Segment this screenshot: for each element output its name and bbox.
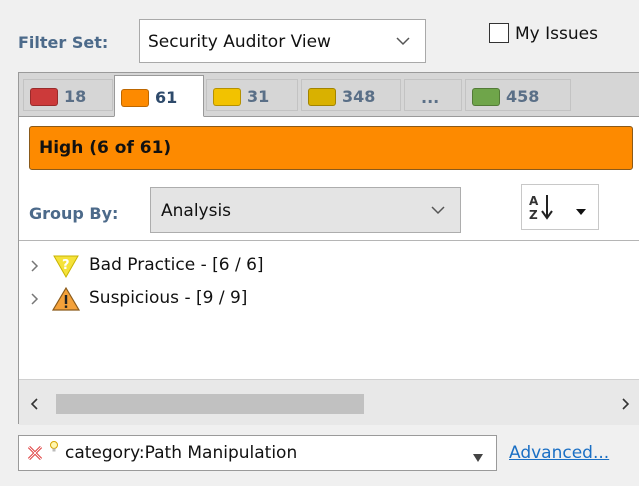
issues-panel: 18 61 31 348 ... 458 High (6 of 61) Grou… xyxy=(18,72,639,425)
priority-tabstrip: 18 61 31 348 ... 458 xyxy=(19,73,639,117)
bad-practice-icon: ? xyxy=(51,253,81,283)
tab-count: 18 xyxy=(64,87,87,106)
priority-header: High (6 of 61) xyxy=(29,126,633,170)
priority-title: High (6 of 61) xyxy=(39,138,172,158)
group-by-select[interactable]: Analysis xyxy=(150,187,461,233)
sort-button[interactable]: A Z xyxy=(521,184,599,230)
tab-more[interactable]: ... xyxy=(404,79,462,111)
warning-icon xyxy=(51,286,81,316)
high-swatch xyxy=(121,89,149,107)
chevron-right-icon[interactable] xyxy=(29,290,41,312)
filter-set-select[interactable]: Security Auditor View xyxy=(139,19,426,63)
horizontal-scrollbar[interactable] xyxy=(19,379,639,425)
chevron-down-icon xyxy=(430,199,446,223)
scroll-right-icon[interactable] xyxy=(621,396,631,415)
tab-more-label: ... xyxy=(421,88,440,107)
svg-text:A: A xyxy=(529,194,539,208)
lightbulb-icon xyxy=(49,439,59,458)
chevron-right-icon[interactable] xyxy=(29,257,41,279)
divider xyxy=(19,240,639,241)
tab-high[interactable]: 61 xyxy=(114,75,204,117)
advanced-search-link[interactable]: Advanced... xyxy=(509,443,609,463)
low-swatch xyxy=(308,88,336,106)
filter-set-label: Filter Set: xyxy=(18,33,109,52)
svg-text:?: ? xyxy=(62,258,70,273)
scroll-left-icon[interactable] xyxy=(29,396,39,415)
search-value: category:Path Manipulation xyxy=(65,443,298,463)
tab-count: 458 xyxy=(506,87,540,106)
medium-swatch xyxy=(213,88,241,106)
scrollbar-thumb[interactable] xyxy=(56,394,364,414)
sort-az-icon: A Z xyxy=(528,192,558,226)
tree-item-bad-practice[interactable]: ? Bad Practice - [6 / 6] xyxy=(19,253,619,279)
clear-search-icon[interactable] xyxy=(26,444,44,466)
group-by-label: Group By: xyxy=(29,204,119,223)
critical-swatch xyxy=(30,88,58,106)
tab-medium[interactable]: 31 xyxy=(206,79,298,111)
tab-count: 348 xyxy=(342,87,376,106)
tab-low[interactable]: 348 xyxy=(301,79,401,111)
dropdown-arrow-icon[interactable] xyxy=(472,448,484,467)
tab-count: 31 xyxy=(247,87,270,106)
tab-all[interactable]: 458 xyxy=(465,79,571,111)
tree-item-label: Suspicious - [9 / 9] xyxy=(89,288,248,308)
all-swatch xyxy=(472,88,500,106)
tree-item-label: Bad Practice - [6 / 6] xyxy=(89,255,264,275)
filter-set-value: Security Auditor View xyxy=(148,32,331,52)
search-input[interactable]: category:Path Manipulation xyxy=(18,435,497,471)
tree-item-suspicious[interactable]: Suspicious - [9 / 9] xyxy=(19,286,619,312)
my-issues-checkbox[interactable] xyxy=(489,23,509,43)
my-issues-label[interactable]: My Issues xyxy=(515,24,598,44)
tab-critical[interactable]: 18 xyxy=(23,79,113,111)
chevron-down-icon xyxy=(395,30,411,54)
dropdown-arrow-icon xyxy=(575,201,587,220)
tab-count: 61 xyxy=(155,88,178,107)
group-by-value: Analysis xyxy=(161,201,232,221)
svg-text:Z: Z xyxy=(529,208,538,222)
